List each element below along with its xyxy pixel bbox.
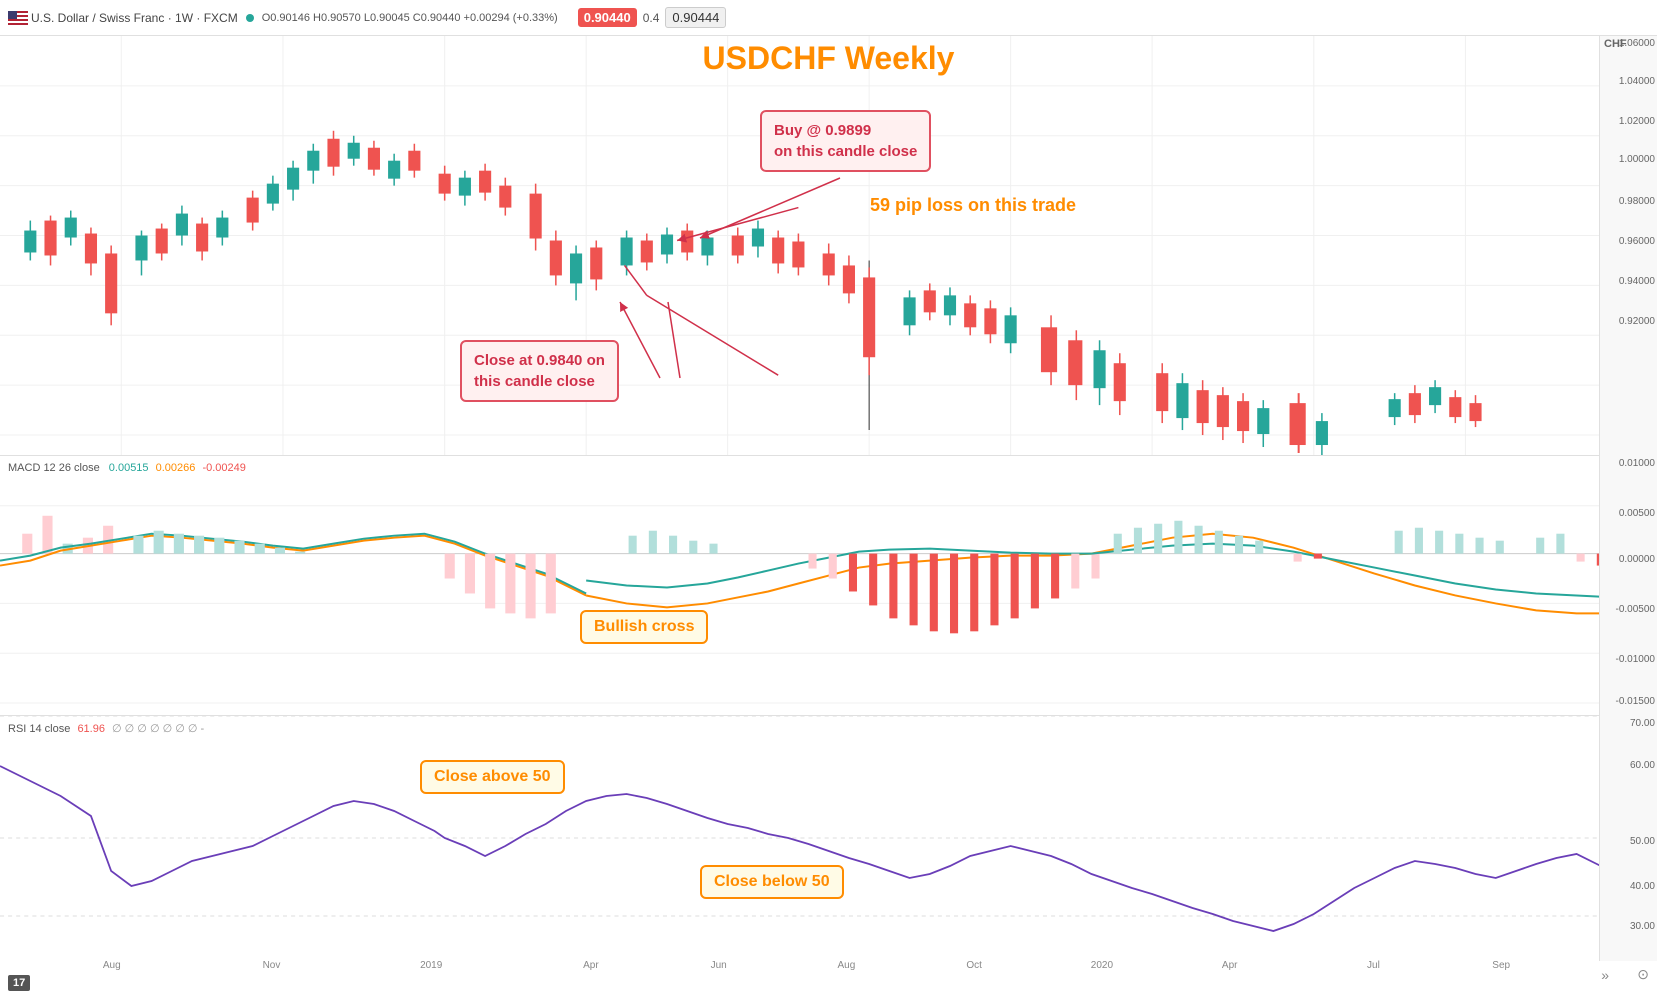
price-badge: 0.90440	[578, 8, 637, 27]
macd-axis-4: -0.00500	[1616, 604, 1655, 615]
axis-label-104: 1.04000	[1619, 76, 1655, 87]
annotation-bullish: Bullish cross	[580, 610, 708, 644]
x-label-2020: 2020	[1091, 960, 1113, 971]
status-dot	[246, 14, 254, 22]
macd-axis-1: 0.01000	[1619, 458, 1655, 469]
axis-label-100: 1.00000	[1619, 154, 1655, 165]
rsi-axis-60: 60.00	[1630, 760, 1655, 771]
rsi-axis-50: 50.00	[1630, 836, 1655, 847]
x-label-aug: Aug	[103, 960, 121, 971]
annotation-close: Close at 0.9840 on this candle close	[460, 340, 619, 402]
us-flag-icon	[8, 11, 28, 25]
price-value: 0.90444	[665, 7, 726, 28]
rsi-value: 61.96	[77, 723, 105, 735]
symbol-text: U.S. Dollar / Swiss Franc · 1W · FXCM	[31, 11, 238, 25]
macd-label: MACD 12 26 close 0.00515 0.00266 -0.0024…	[8, 462, 246, 474]
annotation-close-below: Close below 50	[700, 865, 844, 899]
macd-value1: 0.00515	[109, 462, 149, 474]
x-label-apr: Apr	[583, 960, 599, 971]
rsi-svg	[0, 716, 1617, 961]
rsi-axis-70: 70.00	[1630, 718, 1655, 729]
macd-axis-5: -0.01000	[1616, 654, 1655, 665]
x-label-apr2: Apr	[1222, 960, 1238, 971]
macd-value3: -0.00249	[202, 462, 245, 474]
x-label-aug2: Aug	[838, 960, 856, 971]
rsi-indicators: ∅ ∅ ∅ ∅ ∅ ∅ ∅ -	[112, 723, 204, 735]
rsi-label: RSI 14 close 61.96 ∅ ∅ ∅ ∅ ∅ ∅ ∅ -	[8, 722, 204, 735]
chart-title: USDCHF Weekly	[703, 40, 955, 77]
axis-label-102: 1.02000	[1619, 116, 1655, 127]
x-label-oct: Oct	[966, 960, 982, 971]
annotation-close-above: Close above 50	[420, 760, 565, 794]
tv-branding: 17	[8, 973, 30, 989]
axis-label-096: 0.96000	[1619, 236, 1655, 247]
macd-axis-6: -0.01500	[1616, 696, 1655, 707]
main-chart-svg	[0, 36, 1617, 455]
macd-value2: 0.00266	[156, 462, 196, 474]
x-label-2019: 2019	[420, 960, 442, 971]
symbol-info: U.S. Dollar / Swiss Franc · 1W · FXCM	[8, 11, 238, 25]
x-label-jul: Jul	[1367, 960, 1380, 971]
rsi-axis-30: 30.00	[1630, 921, 1655, 932]
rsi-panel	[0, 716, 1617, 961]
main-chart	[0, 36, 1617, 456]
macd-axis-2: 0.00500	[1619, 508, 1655, 519]
axis-label-094: 0.94000	[1619, 276, 1655, 287]
annotation-buy: Buy @ 0.9899 on this candle close	[760, 110, 931, 172]
macd-panel	[0, 456, 1617, 716]
right-axis-rsi: 70.00 60.00 50.00 40.00 30.00	[1599, 716, 1657, 961]
top-bar: U.S. Dollar / Swiss Franc · 1W · FXCM O0…	[0, 0, 1657, 36]
tv-logo: 17	[8, 975, 30, 991]
annotation-pip-loss: 59 pip loss on this trade	[870, 195, 1076, 216]
x-axis: Aug Nov 2019 Apr Jun Aug Oct 2020 Apr Ju…	[0, 953, 1597, 973]
scroll-right-button[interactable]: »	[1601, 967, 1609, 983]
x-label-sep: Sep	[1492, 960, 1510, 971]
ohlc-info: O0.90146 H0.90570 L0.90045 C0.90440 +0.0…	[262, 12, 558, 24]
multiplier: 0.4	[643, 11, 660, 25]
macd-axis-3: 0.00000	[1619, 554, 1655, 565]
x-label-nov: Nov	[263, 960, 281, 971]
settings-icon[interactable]: ⊙	[1637, 966, 1649, 983]
axis-label-092: 0.92000	[1619, 316, 1655, 327]
right-axis-main: 1.06000 1.04000 1.02000 1.00000 0.98000 …	[1599, 36, 1657, 456]
right-axis-macd: 0.01000 0.00500 0.00000 -0.00500 -0.0100…	[1599, 456, 1657, 716]
macd-svg	[0, 456, 1617, 715]
rsi-axis-40: 40.00	[1630, 881, 1655, 892]
axis-label-098: 0.98000	[1619, 196, 1655, 207]
currency-label: CHF	[1604, 38, 1627, 50]
x-label-jun: Jun	[711, 960, 727, 971]
chart-container: U.S. Dollar / Swiss Franc · 1W · FXCM O0…	[0, 0, 1657, 997]
